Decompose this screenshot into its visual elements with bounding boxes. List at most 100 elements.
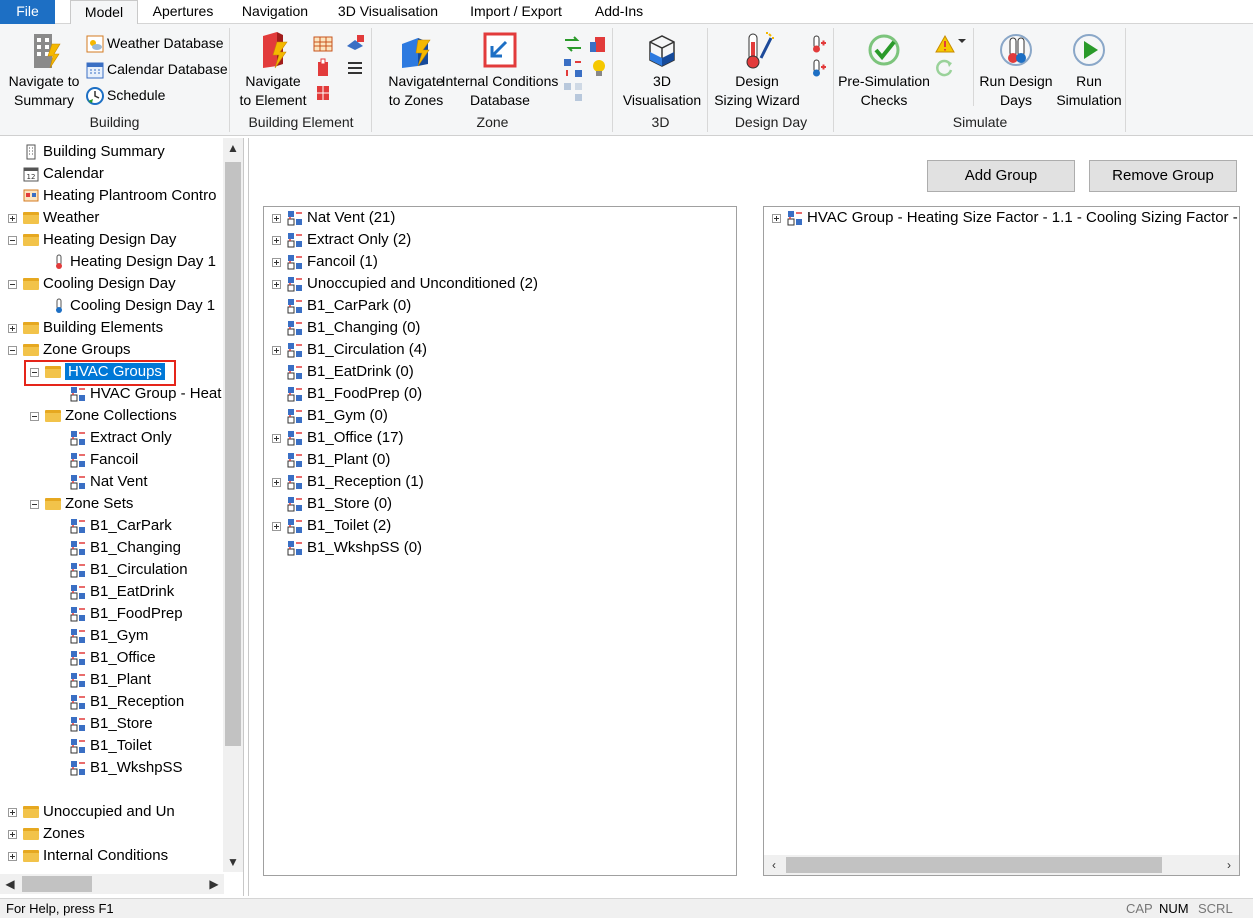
- window-element-icon[interactable]: [313, 82, 333, 102]
- scroll-down-icon[interactable]: ▼: [223, 852, 243, 872]
- add-group-button[interactable]: Add Group: [927, 160, 1075, 192]
- tree-item-zone-groups[interactable]: Zone Groups: [8, 339, 131, 361]
- tree-item-cooling-design-day[interactable]: Cooling Design Day: [8, 273, 176, 295]
- tab-apertures[interactable]: Apertures: [142, 0, 224, 24]
- 3d-visualisation-button[interactable]: 3D Visualisation: [620, 30, 704, 110]
- tree-item-zone-set[interactable]: B1_CarPark: [70, 515, 172, 537]
- tree-item-zone-set[interactable]: B1_Plant: [70, 669, 151, 691]
- weather-database-button[interactable]: Weather Database: [86, 32, 223, 54]
- tree-item-zone-collections[interactable]: Zone Collections: [30, 405, 177, 427]
- collapse-icon[interactable]: [8, 279, 17, 289]
- run-design-days-button[interactable]: Run Design Days: [977, 30, 1055, 110]
- remove-group-button[interactable]: Remove Group: [1089, 160, 1237, 192]
- construction-grid-icon[interactable]: [313, 34, 333, 54]
- expand-icon[interactable]: [8, 807, 17, 817]
- run-simulation-button[interactable]: Run Simulation: [1053, 30, 1125, 110]
- roof-element-icon[interactable]: [345, 34, 365, 54]
- tree-item-nat-vent[interactable]: Nat Vent: [70, 471, 148, 493]
- vertical-scroll-thumb[interactable]: [225, 162, 241, 746]
- navigate-to-element-button[interactable]: Navigate to Element: [235, 30, 311, 110]
- list-item[interactable]: Fancoil (1): [272, 251, 378, 273]
- heating-day-icon[interactable]: [807, 34, 827, 54]
- tree-item-internal-conditions[interactable]: Zones: [8, 823, 85, 845]
- collapse-icon[interactable]: [30, 411, 39, 421]
- door-element-icon[interactable]: [313, 58, 333, 78]
- menu-file[interactable]: File: [0, 0, 55, 24]
- list-item[interactable]: B1_Gym (0): [272, 405, 388, 427]
- tree-item-schedules[interactable]: Internal Conditions: [8, 845, 168, 867]
- zone-transfer-icon[interactable]: [563, 34, 583, 54]
- zone-disabled-icon[interactable]: [563, 82, 583, 102]
- tree-item-zone-set[interactable]: B1_Circulation: [70, 559, 188, 581]
- list-item[interactable]: Extract Only (2): [272, 229, 411, 251]
- warning-icon[interactable]: [935, 34, 955, 54]
- list-item[interactable]: B1_Plant (0): [272, 449, 390, 471]
- tree-item-zone-set[interactable]: B1_Toilet: [70, 735, 152, 757]
- horizontal-scroll-thumb[interactable]: [786, 857, 1162, 873]
- expand-icon[interactable]: [8, 851, 17, 861]
- navigate-to-summary-button[interactable]: Navigate to Summary: [4, 30, 84, 110]
- scroll-left-icon[interactable]: ‹: [764, 855, 784, 875]
- list-item[interactable]: B1_Reception (1): [272, 471, 424, 493]
- collapse-icon[interactable]: [8, 345, 17, 355]
- tree-item-heating-design-day-1[interactable]: Heating Design Day 1: [52, 251, 216, 273]
- tab-import-export[interactable]: Import / Export: [458, 0, 574, 24]
- expand-icon[interactable]: [272, 279, 281, 289]
- lightbulb-icon[interactable]: [589, 58, 609, 78]
- tree-item-zone-sets[interactable]: Zone Sets: [30, 493, 133, 515]
- list-item[interactable]: B1_EatDrink (0): [272, 361, 414, 383]
- tree-item-zone-set[interactable]: B1_WkshpSS: [70, 757, 183, 779]
- expand-icon[interactable]: [272, 257, 281, 267]
- schedule-button[interactable]: Schedule: [86, 84, 165, 106]
- tree-item-building-elements[interactable]: Building Elements: [8, 317, 163, 339]
- right-list-horizontal-scrollbar[interactable]: ‹ ›: [764, 855, 1239, 875]
- tree-vertical-scrollbar[interactable]: ▲ ▼: [223, 138, 243, 872]
- expand-icon[interactable]: [772, 213, 781, 223]
- expand-icon[interactable]: [272, 433, 281, 443]
- scroll-up-icon[interactable]: ▲: [223, 138, 243, 158]
- expand-icon[interactable]: [272, 521, 281, 531]
- cooling-day-icon[interactable]: [807, 58, 827, 78]
- hvac-group-row[interactable]: HVAC Group - Heating Size Factor - 1.1 -…: [772, 207, 1238, 229]
- zone-collections-list[interactable]: Nat Vent (21) Extract Only (2) Fancoil (1)…: [263, 206, 737, 876]
- tab-3d-visualisation[interactable]: 3D Visualisation: [328, 0, 448, 24]
- expand-icon[interactable]: [272, 477, 281, 487]
- design-sizing-wizard-button[interactable]: Design Sizing Wizard: [711, 30, 803, 110]
- hvac-groups-list[interactable]: HVAC Group - Heating Size Factor - 1.1 -…: [763, 206, 1240, 876]
- list-item[interactable]: B1_Store (0): [272, 493, 392, 515]
- list-item[interactable]: B1_Toilet (2): [272, 515, 391, 537]
- expand-icon[interactable]: [272, 345, 281, 355]
- calendar-database-button[interactable]: Calendar Database: [86, 58, 228, 80]
- tree-item-weather[interactable]: Weather: [8, 207, 99, 229]
- zone-building-icon[interactable]: [589, 34, 609, 54]
- tree-item-fancoil[interactable]: Fancoil: [70, 449, 138, 471]
- model-tree[interactable]: Building Summary 12 Calendar Heating Plan…: [0, 138, 222, 872]
- tab-navigation[interactable]: Navigation: [230, 0, 320, 24]
- tree-item-zone-set[interactable]: B1_Reception: [70, 691, 184, 713]
- list-item[interactable]: B1_Circulation (4): [272, 339, 427, 361]
- tree-item-cooling-design-day-1[interactable]: Cooling Design Day 1: [52, 295, 215, 317]
- tab-model[interactable]: Model: [70, 0, 138, 25]
- tree-item-zone-set[interactable]: B1_Gym: [70, 625, 148, 647]
- tree-item-zones[interactable]: Unoccupied and Un: [8, 801, 175, 823]
- scroll-left-icon[interactable]: ◀: [0, 874, 20, 894]
- tree-item-heating-plantroom[interactable]: Heating Plantroom Contro: [8, 185, 216, 207]
- tree-item-hvac-group-heat[interactable]: HVAC Group - Heat: [70, 383, 221, 405]
- dropdown-arrow-icon[interactable]: [957, 36, 967, 46]
- tab-add-ins[interactable]: Add-Ins: [584, 0, 654, 24]
- tree-item-zone-set[interactable]: B1_EatDrink: [70, 581, 174, 603]
- refresh-icon[interactable]: [935, 58, 955, 78]
- tree-item-zone-set[interactable]: B1_Changing: [70, 537, 181, 559]
- list-item[interactable]: B1_CarPark (0): [272, 295, 411, 317]
- tree-horizontal-scrollbar[interactable]: ◀ ▶: [0, 874, 224, 894]
- expand-icon[interactable]: [272, 213, 281, 223]
- expand-icon[interactable]: [8, 323, 17, 333]
- zone-group-icon[interactable]: [563, 58, 583, 78]
- tree-item-calendar[interactable]: 12 Calendar: [8, 163, 104, 185]
- expand-icon[interactable]: [272, 235, 281, 245]
- expand-icon[interactable]: [8, 213, 17, 223]
- collapse-icon[interactable]: [8, 235, 17, 245]
- list-item[interactable]: B1_Office (17): [272, 427, 403, 449]
- list-item[interactable]: B1_FoodPrep (0): [272, 383, 422, 405]
- collapse-icon[interactable]: [30, 499, 39, 509]
